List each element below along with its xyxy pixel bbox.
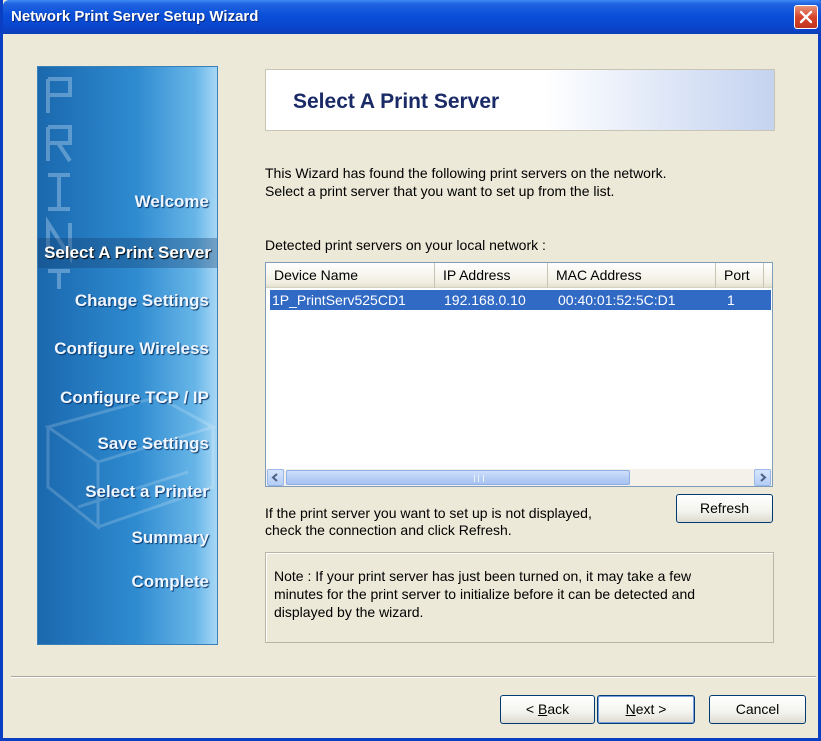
table-row[interactable]: 1P_PrintServ525CD1 192.168.0.10 00:40:01… (270, 290, 771, 310)
back-accelerator: B (537, 701, 548, 717)
chevron-left-icon (271, 473, 278, 482)
cell-device-name: 1P_PrintServ525CD1 (272, 292, 406, 308)
step-welcome: Welcome (134, 192, 209, 211)
column-device-name[interactable]: Device Name (266, 263, 435, 288)
close-icon (799, 10, 813, 24)
refresh-button[interactable]: Refresh (676, 494, 773, 523)
refresh-hint-line-2: check the connection and click Refresh. (265, 522, 512, 538)
step-configure-wireless: Configure Wireless (54, 339, 209, 358)
column-ip-address[interactable]: IP Address (435, 263, 548, 288)
cell-ip-address: 192.168.0.10 (444, 292, 526, 308)
wizard-steps-panel: Welcome Select A Print Server Change Set… (37, 66, 218, 645)
intro-line-2: Select a print server that you want to s… (265, 183, 615, 199)
step-complete: Complete (131, 572, 209, 591)
step-configure-tcpip: Configure TCP / IP (60, 388, 209, 407)
scroll-right-button[interactable] (754, 469, 771, 486)
column-port[interactable]: Port (716, 263, 764, 288)
footer-divider (11, 676, 816, 678)
scroll-grip-icon (474, 475, 484, 482)
wizard-window: Network Print Server Setup Wizard Welcom… (0, 0, 821, 741)
step-change-settings: Change Settings (74, 291, 209, 310)
column-mac-address[interactable]: MAC Address (548, 263, 716, 288)
step-summary: Summary (131, 528, 209, 547)
next-button[interactable]: Next > (597, 695, 695, 724)
note-box: Note : If your print server has just bee… (265, 552, 774, 643)
close-button[interactable] (794, 5, 818, 29)
refresh-hint-line-1: If the print server you want to set up i… (265, 505, 592, 521)
note-line-3: displayed by the wizard. (274, 604, 424, 620)
next-label-rest: ext > (635, 701, 667, 717)
title-bar[interactable]: Network Print Server Setup Wizard (3, 0, 821, 34)
step-save-settings: Save Settings (97, 434, 210, 453)
chevron-right-icon (760, 473, 767, 482)
list-label: Detected print servers on your local net… (265, 237, 546, 253)
window-title: Network Print Server Setup Wizard (11, 8, 259, 25)
print-server-list[interactable]: Device Name IP Address MAC Address Port … (265, 262, 773, 487)
step-select-print-server: Select A Print Server (38, 238, 217, 268)
back-prefix: < (525, 701, 538, 717)
cancel-button[interactable]: Cancel (709, 695, 806, 724)
note-line-2: minutes for the print server to initiali… (274, 586, 696, 602)
cell-port: 1 (727, 292, 735, 308)
back-button[interactable]: < Back (500, 695, 595, 724)
back-label-rest: ack (547, 701, 570, 717)
next-accelerator: N (625, 701, 636, 717)
scroll-left-button[interactable] (267, 469, 284, 486)
step-select-printer: Select a Printer (85, 482, 209, 501)
page-title: Select A Print Server (293, 90, 500, 113)
intro-line-1: This Wizard has found the following prin… (265, 165, 667, 181)
note-line-1: Note : If your print server has just bee… (274, 568, 692, 584)
page-header-banner: Select A Print Server (265, 69, 775, 131)
cell-mac-address: 00:40:01:52:5C:D1 (558, 292, 676, 308)
scroll-thumb[interactable] (286, 470, 630, 485)
list-header: Device Name IP Address MAC Address Port (266, 263, 772, 288)
horizontal-scrollbar[interactable] (266, 469, 772, 486)
